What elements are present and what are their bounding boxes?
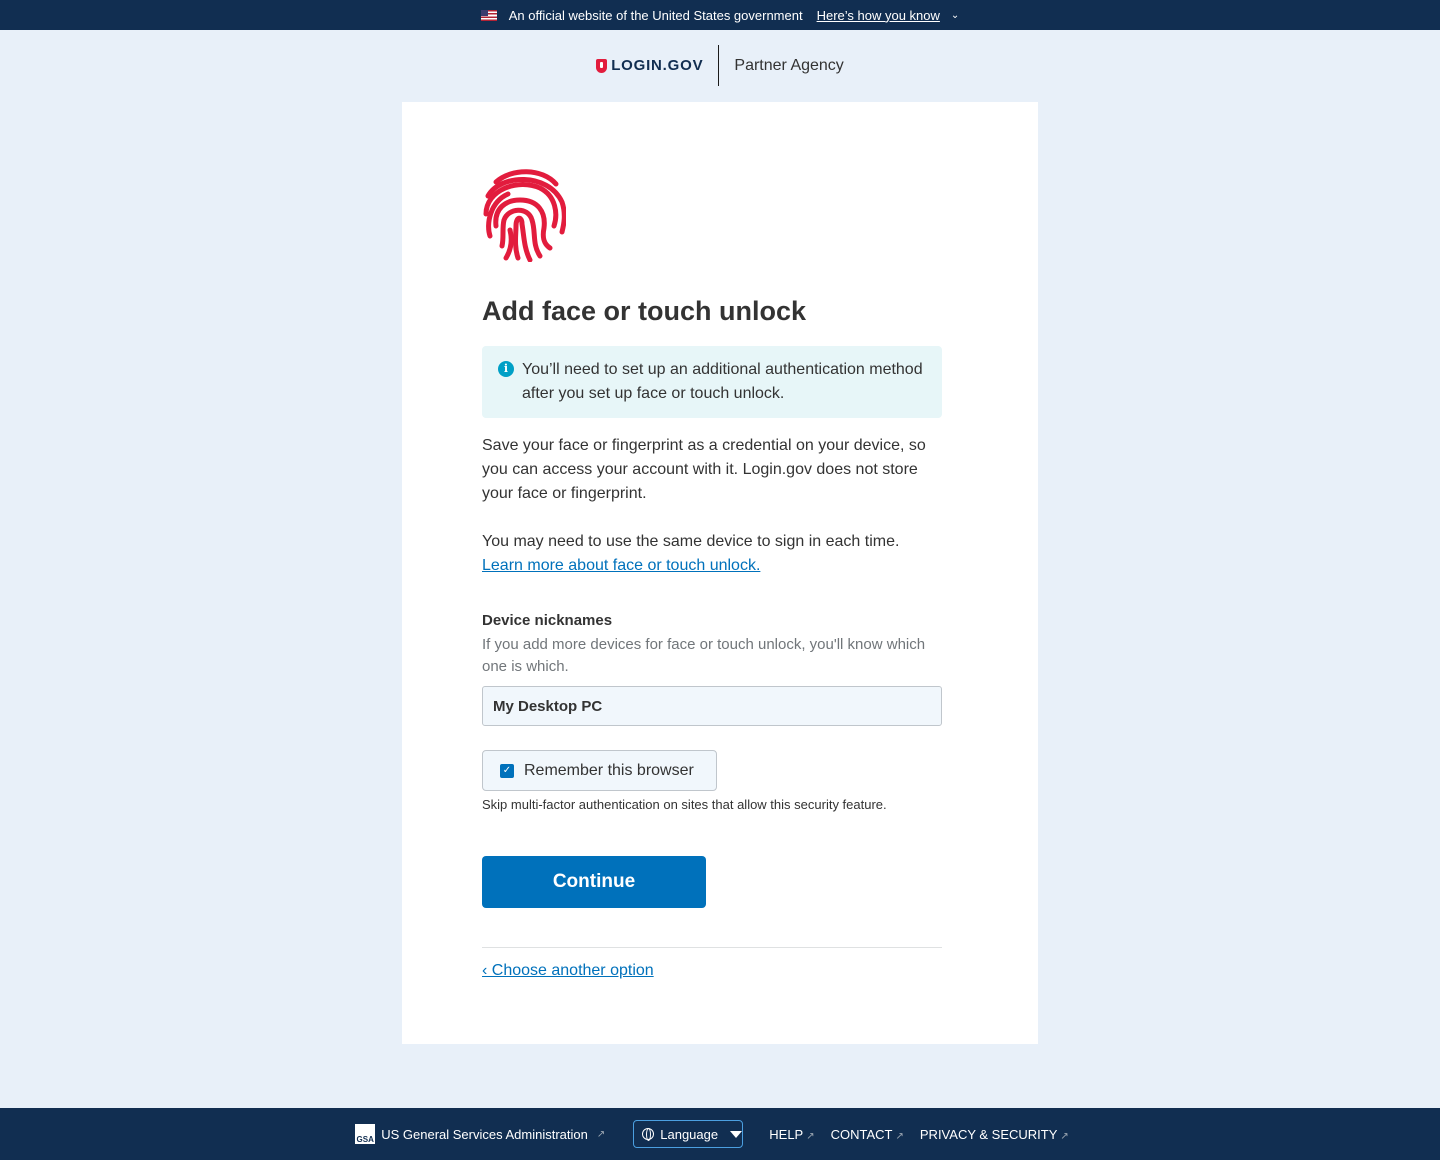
gsa-link[interactable]: GSA US General Services Administration ↗ — [355, 1124, 605, 1144]
device-note-paragraph: You may need to use the same device to s… — [482, 530, 952, 578]
gov-banner-text: An official website of the United States… — [508, 7, 803, 23]
chevron-down-icon: ⌄ — [950, 9, 960, 21]
external-link-icon: ↗ — [596, 1128, 606, 1140]
logo-text: LOGIN.GOV — [611, 57, 704, 74]
info-alert: i You’ll need to set up an additional au… — [482, 346, 942, 418]
help-link[interactable]: HELP ↗ — [769, 1127, 814, 1142]
us-flag-icon — [480, 9, 497, 21]
alert-text: You’ll need to set up an additional auth… — [522, 361, 923, 402]
gsa-logo: GSA — [355, 1124, 376, 1144]
intro-paragraph: Save your face or fingerprint as a crede… — [482, 437, 926, 502]
info-icon: i — [498, 361, 514, 377]
remember-browser-label: Remember this browser — [524, 761, 694, 779]
learn-more-link[interactable]: Learn more about face or touch unlock. — [482, 557, 760, 574]
shield-icon — [596, 58, 608, 73]
language-selector[interactable]: Language — [633, 1120, 744, 1148]
site-footer: GSA US General Services Administration ↗ … — [0, 1108, 1440, 1160]
gov-banner: An official website of the United States… — [0, 0, 1440, 30]
remember-browser-checkbox[interactable]: ✓ Remember this browser — [482, 750, 717, 791]
device-note-text: You may need to use the same device to s… — [482, 533, 900, 550]
contact-label: CONTACT — [830, 1126, 893, 1142]
contact-link[interactable]: CONTACT ↗ — [831, 1127, 904, 1142]
heres-how-you-know-link[interactable]: Here’s how you know — [817, 8, 940, 23]
privacy-security-link[interactable]: PRIVACY & SECURITY ↗ — [920, 1127, 1069, 1142]
continue-button[interactable]: Continue — [482, 856, 706, 908]
divider — [482, 947, 942, 948]
caret-down-icon — [730, 1130, 743, 1138]
external-link-icon: ↗ — [895, 1130, 904, 1142]
gsa-link-text: US General Services Administration — [381, 1126, 588, 1142]
nickname-label: Device nicknames — [482, 612, 613, 629]
skip-mfa-note: Skip multi-factor authentication on site… — [482, 797, 887, 812]
page-title: Add face or touch unlock — [482, 296, 807, 326]
privacy-label: PRIVACY & SECURITY — [919, 1126, 1058, 1142]
main-card: Add face or touch unlock i You’ll need t… — [402, 102, 1038, 1044]
globe-icon — [642, 1128, 655, 1141]
language-label: Language — [660, 1126, 719, 1142]
choose-another-option-link[interactable]: ‹ Choose another option — [482, 962, 654, 980]
login-gov-logo[interactable]: LOGIN.GOV — [596, 45, 720, 86]
help-label: HELP — [769, 1126, 804, 1142]
checkmark-icon[interactable]: ✓ — [500, 763, 514, 778]
external-link-icon: ↗ — [806, 1130, 815, 1142]
site-header: LOGIN.GOV Partner Agency — [0, 45, 1440, 86]
fingerprint-icon — [483, 169, 566, 262]
external-link-icon: ↗ — [1060, 1130, 1069, 1142]
nickname-input[interactable] — [482, 686, 942, 726]
partner-agency: Partner Agency — [734, 56, 844, 74]
nickname-hint: If you add more devices for face or touc… — [482, 636, 926, 675]
